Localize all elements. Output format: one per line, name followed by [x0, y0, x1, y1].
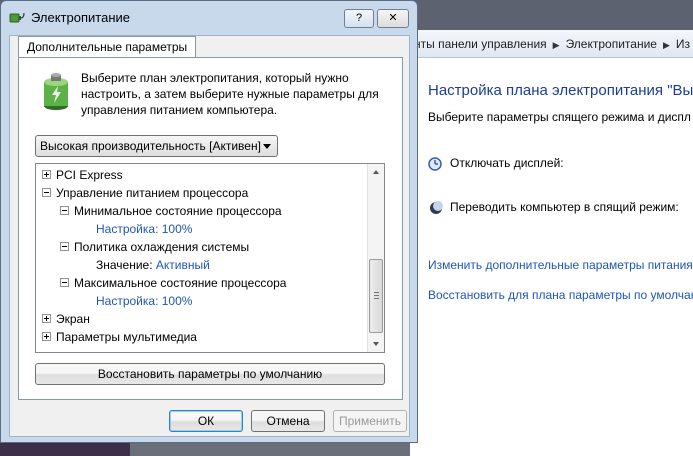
- power-plan-value: Высокая производительность [Активен]: [40, 139, 261, 153]
- collapse-icon[interactable]: [60, 242, 69, 252]
- chevron-down-icon: [263, 144, 271, 149]
- max-cpu-setting-value[interactable]: Настройка: 100%: [96, 292, 192, 310]
- close-button[interactable]: ✕: [377, 9, 409, 28]
- page-subtitle: Выберите параметры спящего режима и дисп…: [428, 110, 691, 124]
- restore-defaults-button[interactable]: Восстановить параметры по умолчанию: [35, 363, 385, 385]
- grip-line: [374, 292, 379, 293]
- breadcrumb: нты панели управления ▶ Электропитание ▶ Из: [414, 37, 690, 51]
- expand-icon[interactable]: [42, 170, 51, 180]
- tree-item-pci-express[interactable]: PCI Express: [42, 166, 123, 184]
- collapse-icon[interactable]: [60, 206, 69, 216]
- apply-button[interactable]: Применить: [333, 410, 407, 432]
- tab-panel: Выберите план электропитания, который ну…: [18, 57, 403, 400]
- tree-item-label: PCI Express: [56, 168, 123, 182]
- scroll-thumb[interactable]: [369, 259, 383, 333]
- scroll-up-button[interactable]: [368, 164, 384, 181]
- tree-item-cooling-policy[interactable]: Политика охлаждения системы: [60, 238, 249, 256]
- tree-item-display[interactable]: Экран: [42, 310, 90, 328]
- breadcrumb-item[interactable]: Из: [676, 37, 690, 51]
- breadcrumb-item[interactable]: Электропитание: [566, 37, 657, 51]
- min-cpu-setting-value[interactable]: Настройка: 100%: [96, 220, 192, 238]
- collapse-icon[interactable]: [60, 278, 69, 288]
- display-off-label: Отключать дисплей:: [450, 156, 564, 171]
- arrow-down-icon: [373, 342, 379, 346]
- sleep-row: Переводить компьютер в спящий режим:: [428, 200, 679, 216]
- dialog-body: Дополнительные параметры Выберите план э…: [9, 35, 410, 437]
- cooling-policy-setting[interactable]: Значение: Активный: [96, 256, 210, 274]
- expand-icon[interactable]: [42, 314, 51, 324]
- tree-item-multimedia[interactable]: Параметры мультимедиа: [42, 328, 197, 346]
- tree-item-max-cpu-state[interactable]: Максимальное состояние процессора: [60, 274, 286, 292]
- scroll-down-button[interactable]: [368, 335, 384, 352]
- tree-item-cpu-power[interactable]: Управление питанием процессора: [42, 184, 248, 202]
- title-bar[interactable]: Электропитание ? ✕: [1, 1, 417, 33]
- tree-item-label: Максимальное состояние процессора: [74, 276, 287, 290]
- page-title: Настройка плана электропитания "Вы: [428, 82, 693, 99]
- battery-icon: [44, 73, 68, 110]
- chevron-right-icon: ▶: [552, 40, 560, 50]
- chevron-right-icon: ▶: [662, 40, 670, 50]
- tree-item-label: Политика охлаждения системы: [74, 240, 250, 254]
- restore-defaults-link[interactable]: Восстановить для плана параметры по умол…: [428, 288, 693, 302]
- tree-item-label: Управление питанием процессора: [56, 186, 249, 200]
- tree-item-label: Экран: [56, 312, 90, 326]
- grip-line: [374, 295, 379, 296]
- power-plug-icon: [9, 12, 25, 23]
- advanced-settings-link[interactable]: Изменить дополнительные параметры питани…: [428, 258, 693, 272]
- settings-tree[interactable]: PCI Express Управление питанием процессо…: [35, 163, 385, 353]
- dialog-title: Электропитание: [31, 10, 130, 25]
- collapse-icon[interactable]: [42, 188, 51, 198]
- power-options-dialog: Электропитание ? ✕ Дополнительные параме…: [0, 0, 418, 443]
- display-off-row: Отключать дисплей:: [428, 156, 564, 172]
- sleep-label: Переводить компьютер в спящий режим:: [450, 200, 679, 215]
- control-panel-window: нты панели управления ▶ Электропитание ▶ Из …: [410, 30, 693, 456]
- grip-line: [374, 298, 379, 299]
- arrow-up-icon: [373, 170, 379, 174]
- expand-icon[interactable]: [42, 332, 51, 342]
- monitor-clock-icon: [428, 157, 442, 171]
- address-bar[interactable]: нты панели управления ▶ Электропитание ▶ Из: [410, 30, 693, 58]
- cancel-button[interactable]: Отмена: [251, 410, 325, 432]
- tree-item-label: Параметры мультимедиа: [56, 330, 197, 344]
- ok-button[interactable]: ОК: [169, 410, 243, 432]
- cooling-policy-value[interactable]: Активный: [156, 258, 210, 272]
- breadcrumb-item[interactable]: нты панели управления: [414, 37, 547, 51]
- tab-advanced-settings[interactable]: Дополнительные параметры: [18, 36, 197, 58]
- power-plan-select[interactable]: Высокая производительность [Активен]: [35, 135, 278, 157]
- vertical-scrollbar[interactable]: [367, 164, 384, 352]
- setting-label: Значение:: [96, 258, 153, 272]
- tree-item-label: Минимальное состояние процессора: [74, 204, 282, 218]
- moon-icon: [430, 201, 443, 214]
- intro-text: Выберите план электропитания, который ну…: [81, 71, 379, 117]
- tree-item-min-cpu-state[interactable]: Минимальное состояние процессора: [60, 202, 282, 220]
- help-button[interactable]: ?: [344, 9, 374, 28]
